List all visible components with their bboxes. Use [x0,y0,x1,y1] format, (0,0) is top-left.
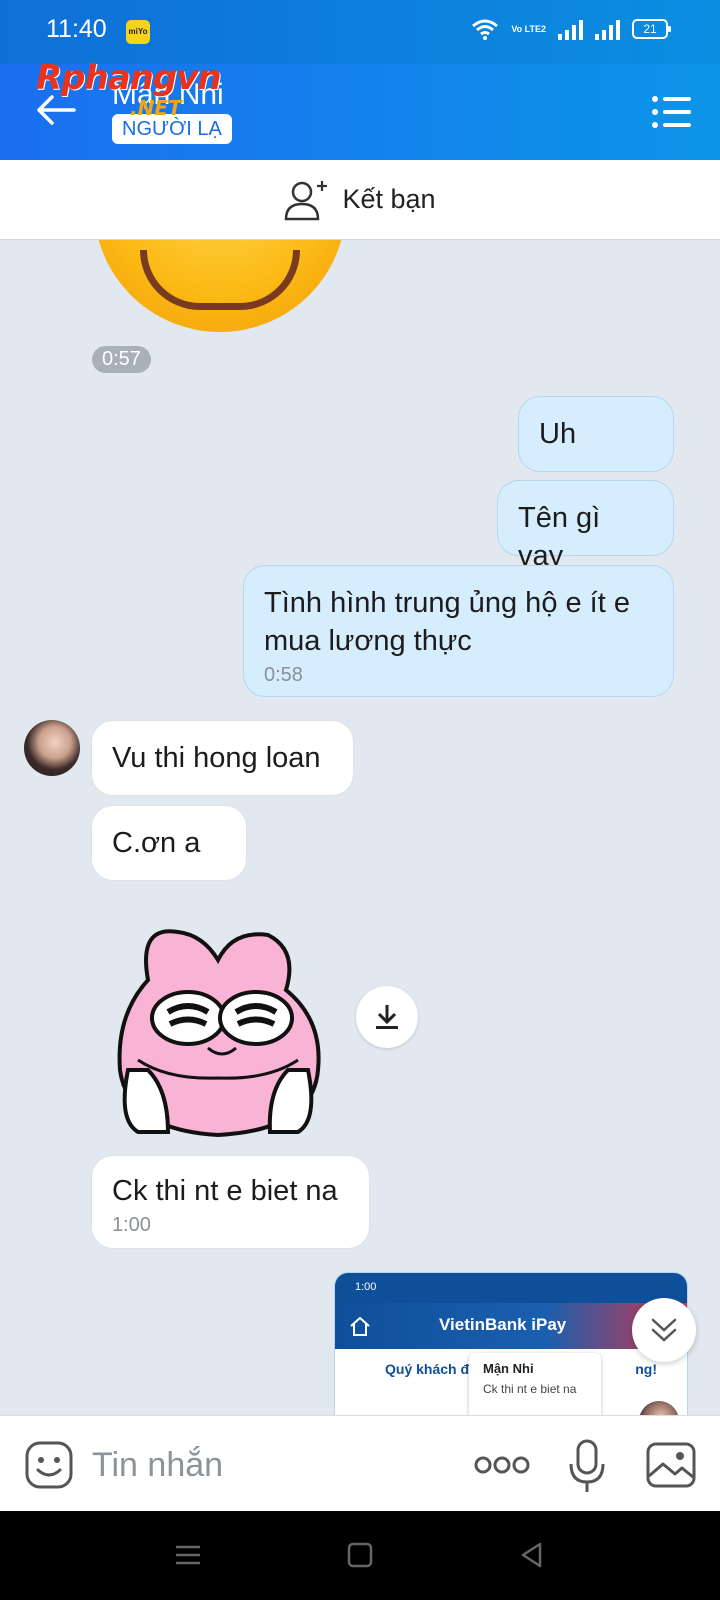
image-picker-icon[interactable] [646,1442,696,1488]
home-button-icon[interactable] [344,1539,376,1571]
scroll-to-bottom-button[interactable] [632,1298,696,1362]
smiley-sticker[interactable] [94,240,346,332]
volte-indicator: Vo LTE2 [511,24,546,34]
preview-body: Quý khách đ ng! Mận Nhi Ck thi nt e biet… [335,1349,687,1415]
status-bar: 11:40 miYo Vo LTE2 21 [0,0,720,64]
preview-greeting-end: ng! [635,1361,657,1377]
message-text: Tình hình trung ủng hộ e ít e mua lương … [264,587,630,657]
download-icon [376,1005,398,1029]
miyo-app-icon: miYo [126,20,150,44]
message-text: Vu thi hong loan [112,742,321,774]
watermark-logo-sub: .NET [130,96,182,120]
signal-2-icon [595,18,620,40]
signal-1-icon [558,18,583,40]
incoming-message[interactable]: Ck thi nt e biet na 1:00 [91,1155,370,1249]
back-button-icon[interactable] [516,1539,548,1571]
message-time: 1:00 [112,1214,151,1236]
incoming-message[interactable]: Vu thi hong loan [91,720,354,796]
preview-status-time: 1:00 [355,1281,377,1293]
battery-icon: 21 [632,19,671,39]
preview-notification-name: Mận Nhi [483,1361,534,1376]
outgoing-message[interactable]: Tình hình trung ủng hộ e ít e mua lương … [243,565,674,697]
add-friend-icon [285,180,328,220]
add-friend-label: Kết bạn [342,184,436,214]
preview-status-bar: 1:00 [335,1273,687,1303]
message-text: C.ơn a [112,827,201,859]
double-chevron-down-icon [651,1318,677,1342]
add-friend-button[interactable]: Kết bạn [0,160,720,240]
download-sticker-button[interactable] [356,986,418,1048]
message-text: Uh [539,418,577,450]
message-text: Tên gì vay [518,502,601,572]
sticker-picker-icon[interactable] [24,1440,74,1490]
contact-avatar[interactable] [24,720,80,776]
preview-notification: Mận Nhi Ck thi nt e biet na [469,1353,601,1415]
menu-list-icon[interactable] [650,90,694,134]
preview-notification-message: Ck thi nt e biet na [483,1382,577,1396]
status-icons: Vo LTE2 21 [471,18,671,40]
preview-greeting: Quý khách đ [385,1361,470,1377]
outgoing-message[interactable]: Uh [518,396,674,472]
message-time: 0:58 [264,664,303,686]
time-separator: 0:57 [92,346,151,373]
incoming-message[interactable]: C.ơn a [91,805,247,881]
wifi-icon [472,19,499,40]
message-input[interactable] [92,1440,452,1490]
recent-apps-icon[interactable] [172,1539,204,1571]
outgoing-message[interactable]: Tên gì vay [497,480,674,572]
status-time: 11:40 [46,15,107,43]
home-icon [350,1316,370,1336]
message-list[interactable]: 0:57 Uh Tên gì vay Tình hình trung ủng h… [0,240,720,1415]
bunny-sticker[interactable] [108,920,328,1140]
preview-avatar [639,1401,679,1415]
system-nav-bar [0,1511,720,1600]
preview-bank-name: VietinBank iPay [439,1315,567,1334]
microphone-icon[interactable] [568,1438,606,1494]
more-options-icon[interactable] [474,1452,530,1478]
message-text: Ck thi nt e biet na [112,1175,338,1207]
message-composer [0,1415,720,1511]
watermark-logo: Rphangvn [36,58,222,98]
